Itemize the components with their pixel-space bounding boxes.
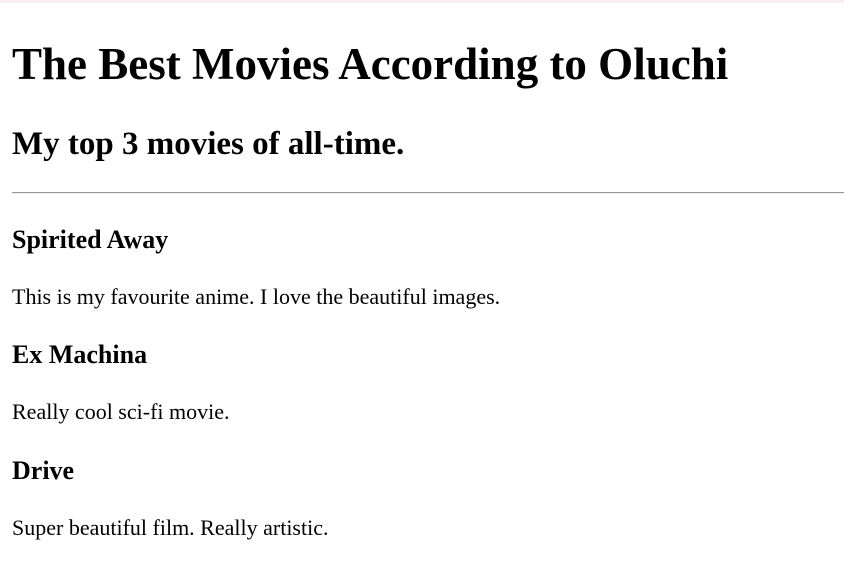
movie-description-ex-machina: Really cool sci-fi movie. (12, 399, 230, 424)
page-title: The Best Movies According to Oluchi (12, 39, 729, 89)
page-subtitle: My top 3 movies of all-time. (12, 126, 405, 162)
movie-description-drive: Super beautiful film. Really artistic. (12, 515, 329, 540)
movie-title-drive: Drive (12, 456, 75, 485)
section-divider (12, 192, 844, 194)
movie-title-spirited-away: Spirited Away (12, 225, 169, 254)
movie-title-ex-machina: Ex Machina (12, 340, 148, 369)
movie-description-spirited-away: This is my favourite anime. I love the b… (12, 284, 501, 309)
top-edge-strip (0, 0, 844, 3)
